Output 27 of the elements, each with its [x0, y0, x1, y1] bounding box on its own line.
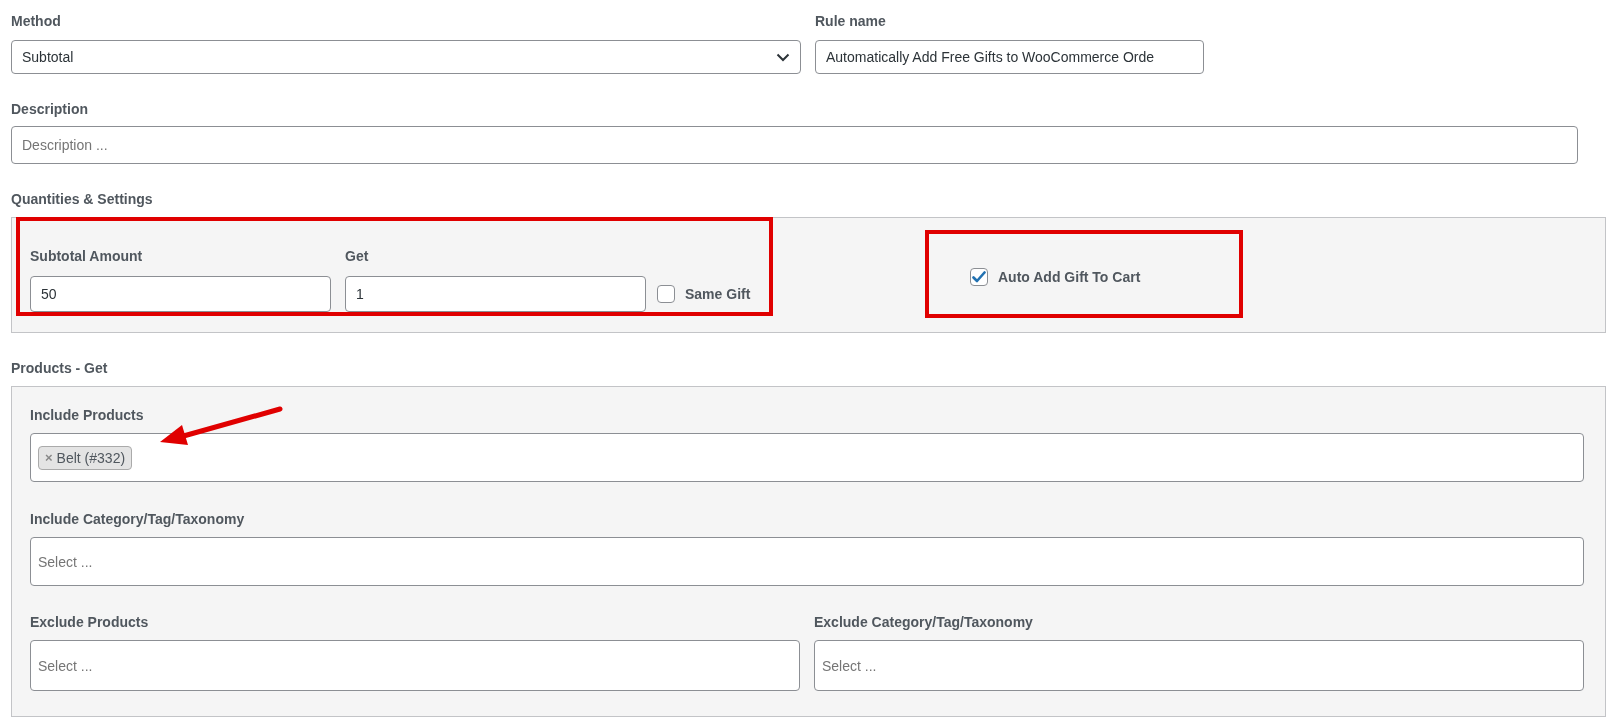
checkbox-label: Same Gift	[685, 286, 751, 302]
rule-name-field[interactable]: Automatically Add Free Gifts to WooCommerce Orde	[815, 40, 1204, 74]
checkbox[interactable]	[657, 285, 675, 303]
method-select[interactable]: Subtotal	[11, 40, 801, 74]
tag-label: Belt (#332)	[56, 449, 126, 466]
section-title: Quantities & Settings	[11, 190, 154, 208]
include-products-field[interactable]: × Belt (#332)	[30, 433, 1584, 482]
section-title: Products - Get	[11, 359, 109, 377]
chevron-down-icon	[776, 52, 790, 62]
field-label: Subtotal Amount	[30, 247, 144, 265]
field-label: Include Category/Tag/Taxonomy	[30, 510, 246, 528]
subtotal-amount-field[interactable]: 50	[30, 276, 331, 312]
field-label: Get	[345, 247, 370, 265]
include-category-field[interactable]: Select ...	[30, 537, 1584, 586]
field-label: Exclude Products	[30, 613, 150, 631]
description-field[interactable]: Description ...	[11, 126, 1578, 164]
checkbox[interactable]	[970, 268, 988, 286]
field-label: Exclude Category/Tag/Taxonomy	[814, 613, 1034, 631]
get-quantity-field[interactable]: 1	[345, 276, 646, 312]
exclude-category-field[interactable]: Select ...	[814, 640, 1584, 691]
checkbox-label: Auto Add Gift To Cart	[998, 269, 1141, 285]
select-value: Subtotal	[22, 49, 74, 65]
field-label: Method	[11, 12, 62, 30]
exclude-products-field[interactable]: Select ...	[30, 640, 800, 691]
field-label: Include Products	[30, 406, 145, 424]
field-label: Rule name	[815, 12, 887, 30]
field-label: Description	[11, 100, 89, 118]
